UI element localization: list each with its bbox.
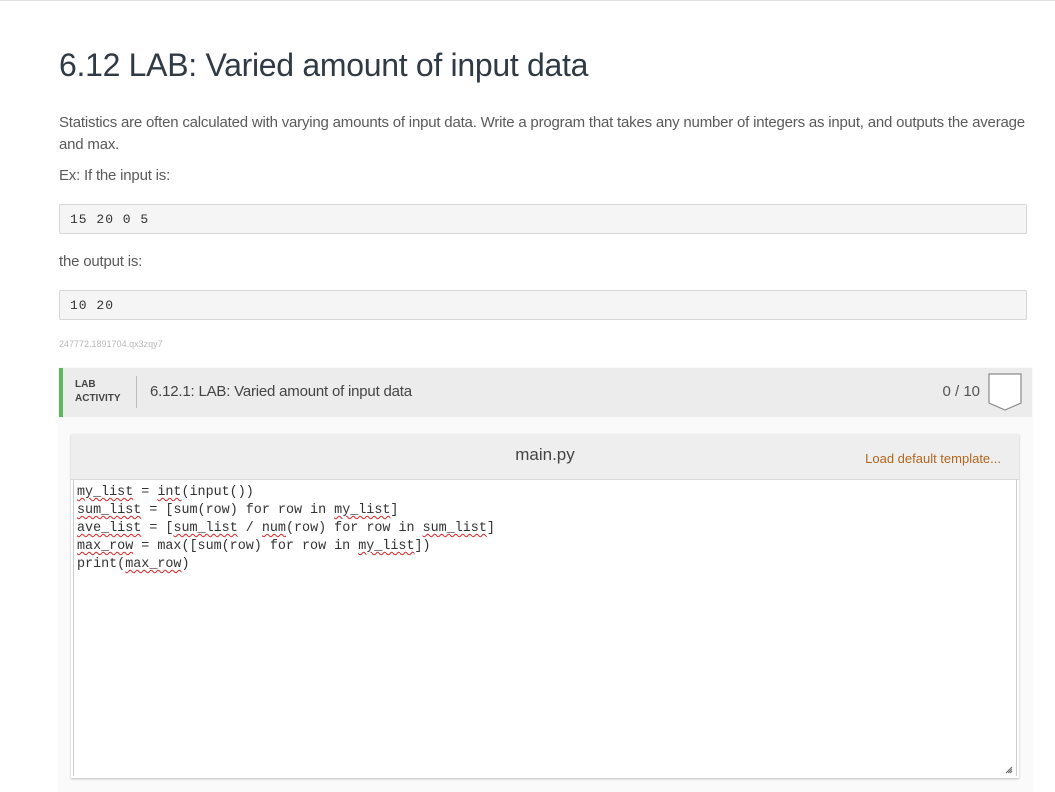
example-input-box: 15 20 0 5 <box>59 204 1027 234</box>
spellcheck-token: int <box>157 485 182 500</box>
code-line: my_list = int(input()) <box>77 485 254 500</box>
spellcheck-token: sum_list <box>173 521 238 536</box>
lab-tag-line1: LAB <box>75 379 96 390</box>
lab-score: 0 / 10 <box>942 383 980 400</box>
editor-header: main.py Load default template... <box>71 434 1019 480</box>
header-separator <box>136 376 137 408</box>
code-line: ave_list = [sum_list / num(row) for row … <box>77 521 495 536</box>
spellcheck-token: my_list <box>77 485 134 500</box>
spellcheck-token: max_row <box>125 557 182 572</box>
reference-id: 247772.1891704.qx3zqy7 <box>59 339 163 349</box>
code-line: print(max_row) <box>77 557 190 572</box>
top-divider <box>0 0 1055 1</box>
spellcheck-token: my_list <box>358 539 415 554</box>
spellcheck-token: sum_list <box>422 521 487 536</box>
code-line: max_row = max([sum(row) for row in my_li… <box>77 539 431 554</box>
example-output-label: the output is: <box>59 253 143 270</box>
spellcheck-token: max_row <box>77 539 134 554</box>
spellcheck-token: sum_list <box>77 503 142 518</box>
shield-badge-icon <box>988 373 1022 411</box>
example-output-box: 10 20 <box>59 290 1027 320</box>
spellcheck-token: my_list <box>334 503 391 518</box>
lab-header: LAB ACTIVITY 6.12.1: LAB: Varied amount … <box>59 368 1032 417</box>
lab-title: 6.12.1: LAB: Varied amount of input data <box>150 383 412 400</box>
code-textarea[interactable]: my_list = int(input()) sum_list = [sum(ro… <box>73 480 1017 776</box>
code-line: sum_list = [sum(row) for row in my_list] <box>77 503 399 518</box>
lab-tag-line2: ACTIVITY <box>75 393 121 404</box>
code-editor: main.py Load default template... my_list… <box>71 434 1019 778</box>
description-text: Statistics are often calculated with var… <box>59 114 1025 153</box>
resize-handle-icon[interactable] <box>1005 766 1013 774</box>
lab-activity-tag: LAB ACTIVITY <box>75 378 121 406</box>
spellcheck-token: num <box>261 521 286 536</box>
example-input-label: Ex: If the input is: <box>59 167 171 184</box>
spellcheck-token: ave_list <box>77 521 142 536</box>
lab-activity: LAB ACTIVITY 6.12.1: LAB: Varied amount … <box>59 368 1032 792</box>
page-title: 6.12 LAB: Varied amount of input data <box>59 47 589 83</box>
load-default-template-button[interactable]: Load default template... <box>865 451 1001 466</box>
